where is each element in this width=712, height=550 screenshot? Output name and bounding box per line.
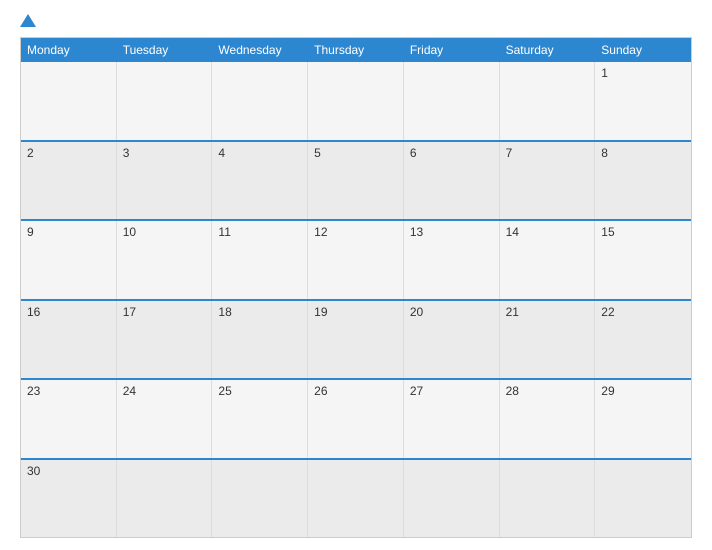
page-header	[20, 16, 692, 27]
day-number: 13	[410, 225, 423, 239]
day-number: 15	[601, 225, 614, 239]
calendar-cell: 22	[595, 301, 691, 379]
day-number: 8	[601, 146, 608, 160]
calendar-cell	[21, 62, 117, 140]
day-number: 24	[123, 384, 136, 398]
header-day-tuesday: Tuesday	[117, 38, 213, 62]
calendar-cell	[595, 460, 691, 538]
calendar-row-6: 30	[21, 458, 691, 538]
calendar-page: MondayTuesdayWednesdayThursdayFridaySatu…	[0, 0, 712, 550]
calendar-cell: 21	[500, 301, 596, 379]
calendar-row-5: 23 24 25 26 27 28 29	[21, 378, 691, 458]
day-number: 3	[123, 146, 130, 160]
calendar-cell: 26	[308, 380, 404, 458]
day-number: 26	[314, 384, 327, 398]
calendar-cell: 1	[595, 62, 691, 140]
calendar-cell: 11	[212, 221, 308, 299]
calendar-cell: 13	[404, 221, 500, 299]
calendar-body: 1234567891011121314151617181920212223242…	[21, 62, 691, 537]
day-number: 19	[314, 305, 327, 319]
calendar-cell	[500, 460, 596, 538]
calendar-row-2: 2 3 4 5 6 7 8	[21, 140, 691, 220]
day-number: 6	[410, 146, 417, 160]
day-number: 11	[218, 225, 230, 239]
day-number: 5	[314, 146, 321, 160]
calendar-cell: 25	[212, 380, 308, 458]
calendar-cell: 28	[500, 380, 596, 458]
calendar-cell	[117, 62, 213, 140]
calendar-cell: 27	[404, 380, 500, 458]
calendar-cell	[308, 460, 404, 538]
header-day-saturday: Saturday	[500, 38, 596, 62]
day-number: 23	[27, 384, 40, 398]
calendar-cell: 23	[21, 380, 117, 458]
calendar-cell: 17	[117, 301, 213, 379]
header-day-thursday: Thursday	[308, 38, 404, 62]
calendar-cell: 10	[117, 221, 213, 299]
calendar-cell: 3	[117, 142, 213, 220]
calendar-cell	[212, 460, 308, 538]
logo-blue-text	[20, 16, 38, 27]
logo	[20, 16, 38, 27]
calendar-cell: 7	[500, 142, 596, 220]
calendar-header: MondayTuesdayWednesdayThursdayFridaySatu…	[21, 38, 691, 62]
calendar-cell	[404, 460, 500, 538]
calendar-cell: 12	[308, 221, 404, 299]
day-number: 30	[27, 464, 40, 478]
calendar-cell: 20	[404, 301, 500, 379]
header-day-sunday: Sunday	[595, 38, 691, 62]
calendar-cell: 29	[595, 380, 691, 458]
header-day-friday: Friday	[404, 38, 500, 62]
day-number: 16	[27, 305, 40, 319]
day-number: 2	[27, 146, 34, 160]
calendar-row-3: 9 10 11 12 13 14 15	[21, 219, 691, 299]
calendar-cell: 6	[404, 142, 500, 220]
calendar-cell: 9	[21, 221, 117, 299]
calendar-cell	[212, 62, 308, 140]
day-number: 7	[506, 146, 513, 160]
day-number: 20	[410, 305, 423, 319]
calendar-cell	[117, 460, 213, 538]
day-number: 18	[218, 305, 231, 319]
day-number: 17	[123, 305, 136, 319]
day-number: 12	[314, 225, 327, 239]
day-number: 9	[27, 225, 34, 239]
calendar-cell	[308, 62, 404, 140]
logo-triangle-icon	[20, 14, 36, 27]
calendar-cell: 4	[212, 142, 308, 220]
calendar-cell	[500, 62, 596, 140]
header-day-monday: Monday	[21, 38, 117, 62]
calendar-cell	[404, 62, 500, 140]
calendar-cell: 15	[595, 221, 691, 299]
calendar-row-1: 1	[21, 62, 691, 140]
day-number: 25	[218, 384, 231, 398]
day-number: 1	[601, 66, 608, 80]
calendar-cell: 8	[595, 142, 691, 220]
header-day-wednesday: Wednesday	[212, 38, 308, 62]
day-number: 14	[506, 225, 519, 239]
day-number: 27	[410, 384, 423, 398]
calendar-cell: 5	[308, 142, 404, 220]
day-number: 10	[123, 225, 136, 239]
day-number: 21	[506, 305, 519, 319]
calendar-cell: 30	[21, 460, 117, 538]
day-number: 29	[601, 384, 614, 398]
calendar-cell: 2	[21, 142, 117, 220]
calendar-cell: 19	[308, 301, 404, 379]
calendar-grid: MondayTuesdayWednesdayThursdayFridaySatu…	[20, 37, 692, 538]
calendar-row-4: 16 17 18 19 20 21 22	[21, 299, 691, 379]
calendar-cell: 16	[21, 301, 117, 379]
calendar-cell: 24	[117, 380, 213, 458]
calendar-cell: 18	[212, 301, 308, 379]
calendar-cell: 14	[500, 221, 596, 299]
day-number: 28	[506, 384, 519, 398]
day-number: 22	[601, 305, 614, 319]
day-number: 4	[218, 146, 225, 160]
